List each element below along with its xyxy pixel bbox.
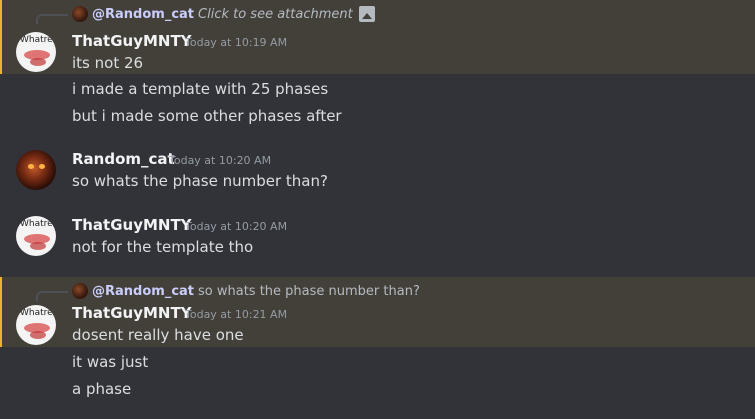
avatar-text: Whatre: [20, 308, 53, 318]
reply-avatar[interactable]: [72, 283, 88, 299]
message-text: so whats the phase number than?: [72, 172, 328, 190]
message-group-1: @Random_cat Click to see attachment What…: [0, 0, 755, 74]
message-text: its not 26: [72, 54, 144, 72]
reply-text[interactable]: so whats the phase number than?: [198, 284, 420, 299]
message-text: i made a template with 25 phases: [72, 80, 329, 98]
message-text: dosent really have one: [72, 326, 244, 344]
image-icon: [358, 6, 375, 22]
reply-preview[interactable]: @Random_cat Click to see attachment: [72, 5, 375, 23]
message-group-2: Random_cat Today at 10:20 AM so whats th…: [0, 146, 755, 200]
message-text: not for the template tho: [72, 238, 254, 256]
timestamp[interactable]: Today at 10:21 AM: [185, 308, 287, 321]
author-name[interactable]: ThatGuyMNTY: [72, 32, 192, 50]
message-group-3: Whatre ThatGuyMNTY Today at 10:20 AM not…: [0, 212, 755, 266]
reply-author[interactable]: @Random_cat: [92, 284, 194, 299]
avatar-splat: [30, 58, 46, 66]
message-text: but i made some other phases after: [72, 107, 342, 125]
avatar-eye: [39, 164, 45, 169]
author-name[interactable]: ThatGuyMNTY: [72, 304, 192, 322]
avatar-eye: [28, 164, 34, 169]
author-name[interactable]: ThatGuyMNTY: [72, 216, 192, 234]
avatar[interactable]: Whatre: [16, 216, 56, 256]
reply-avatar[interactable]: [72, 6, 88, 22]
reply-connector: [36, 291, 68, 301]
timestamp[interactable]: Today at 10:20 AM: [185, 220, 287, 233]
avatar-text: Whatre: [20, 35, 53, 45]
reply-author[interactable]: @Random_cat: [92, 7, 194, 22]
author-name[interactable]: Random_cat: [72, 150, 175, 168]
avatar-splat: [30, 242, 46, 250]
timestamp[interactable]: Today at 10:20 AM: [169, 154, 271, 167]
avatar[interactable]: Whatre: [16, 305, 56, 345]
avatar[interactable]: Whatre: [16, 32, 56, 72]
reply-preview[interactable]: @Random_cat so whats the phase number th…: [72, 282, 420, 300]
avatar-splat: [30, 331, 46, 339]
message-text: it was just: [72, 353, 149, 371]
avatar[interactable]: [16, 150, 56, 190]
reply-text[interactable]: Click to see attachment: [198, 7, 353, 22]
message-text: a phase: [72, 380, 132, 398]
avatar-text: Whatre: [20, 219, 53, 229]
reply-connector: [36, 14, 68, 24]
message-group-4: @Random_cat so whats the phase number th…: [0, 277, 755, 347]
timestamp[interactable]: Today at 10:19 AM: [185, 36, 287, 49]
